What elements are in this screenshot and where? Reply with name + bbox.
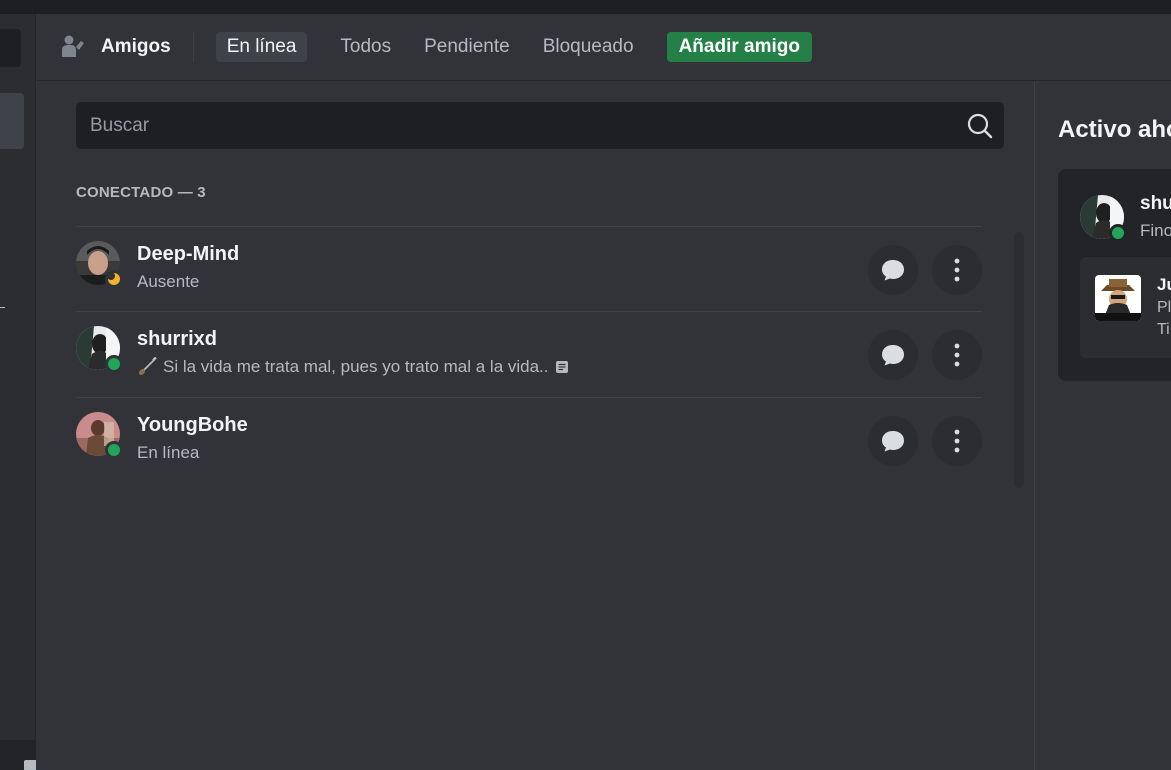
message-button[interactable] xyxy=(868,330,918,380)
activity-thumbnail xyxy=(1095,275,1141,321)
friends-icon xyxy=(59,33,87,61)
avatar xyxy=(76,412,123,459)
friends-header: Amigos En línea Todos Pendiente Bloquead… xyxy=(37,14,1171,81)
avatar xyxy=(1080,195,1127,242)
more-options-button[interactable] xyxy=(932,416,982,466)
status-online-icon xyxy=(1109,224,1127,242)
status-label: En línea xyxy=(137,443,200,462)
status-online-icon xyxy=(105,441,123,459)
friend-name: YoungBohe xyxy=(137,414,248,436)
activity-title: Ju xyxy=(1157,275,1171,294)
kebab-menu-icon xyxy=(954,258,960,282)
active-now-panel: Activo ahora shurrixd Fino xyxy=(1034,82,1171,770)
activity-user-name: shurrixd xyxy=(1140,193,1171,214)
friend-row[interactable]: Deep-Mind Ausente xyxy=(76,226,982,312)
user-bar-icon[interactable] xyxy=(24,760,36,770)
chat-bubble-icon xyxy=(882,260,904,281)
kebab-menu-icon xyxy=(954,343,960,367)
avatar xyxy=(76,326,123,373)
activity-detail-line: Pl xyxy=(1157,299,1171,316)
chat-bubble-icon xyxy=(882,345,904,366)
friend-name: Deep-Mind xyxy=(137,243,240,265)
message-button[interactable] xyxy=(868,416,918,466)
search-bar xyxy=(76,102,1004,149)
status-idle-icon xyxy=(105,270,123,288)
chat-bubble-icon xyxy=(882,431,904,452)
friend-row[interactable]: YoungBohe En línea xyxy=(76,397,982,483)
tab-pending[interactable]: Pendiente xyxy=(424,32,510,62)
status-label: Ausente xyxy=(137,272,200,291)
sidebar-selected-item[interactable] xyxy=(0,93,24,149)
more-options-button[interactable] xyxy=(932,330,982,380)
activity-detail-line: Ti xyxy=(1157,321,1170,338)
header-divider xyxy=(192,32,194,62)
message-button[interactable] xyxy=(868,245,918,295)
guitar-icon xyxy=(138,357,157,376)
activity-card[interactable]: shurrixd Fino Ju Pl Ti xyxy=(1058,169,1171,381)
tab-all[interactable]: Todos xyxy=(340,32,391,62)
online-count-label: CONECTADO — 3 xyxy=(76,184,206,201)
friend-row[interactable]: shurrixd Si la vida me trata mal, pues y… xyxy=(76,311,982,397)
sidebar-search-stub[interactable] xyxy=(0,29,21,67)
search-input[interactable] xyxy=(76,102,956,149)
friend-status-text: Ausente xyxy=(137,272,199,292)
search-icon xyxy=(967,113,993,139)
channel-sidebar-edge xyxy=(0,14,36,770)
kebab-menu-icon xyxy=(954,429,960,453)
status-online-icon xyxy=(105,355,123,373)
scrollbar[interactable] xyxy=(1014,232,1024,488)
active-now-title: Activo ahora xyxy=(1058,116,1171,143)
window-top-strip xyxy=(0,0,1171,14)
more-options-button[interactable] xyxy=(932,245,982,295)
status-label: Si la vida me trata mal, pues yo trato m… xyxy=(163,357,549,376)
add-friend-button[interactable]: Añadir amigo xyxy=(666,32,812,62)
note-icon xyxy=(555,361,568,373)
activity-user-sub: Fino xyxy=(1140,221,1171,240)
friend-status-text: Si la vida me trata mal, pues yo trato m… xyxy=(137,357,569,377)
tab-blocked[interactable]: Bloqueado xyxy=(543,32,634,62)
sidebar-user-bar xyxy=(0,740,36,770)
activity-detail-card[interactable]: Ju Pl Ti xyxy=(1080,257,1171,358)
page-title: Amigos xyxy=(101,36,171,57)
friend-name: shurrixd xyxy=(137,328,218,350)
friend-status-text: En línea xyxy=(137,443,199,463)
avatar xyxy=(76,241,123,288)
sidebar-divider xyxy=(0,307,5,308)
friends-list-panel: CONECTADO — 3 Deep-Mind Ausente xyxy=(37,82,1033,770)
tab-online[interactable]: En línea xyxy=(215,32,308,62)
